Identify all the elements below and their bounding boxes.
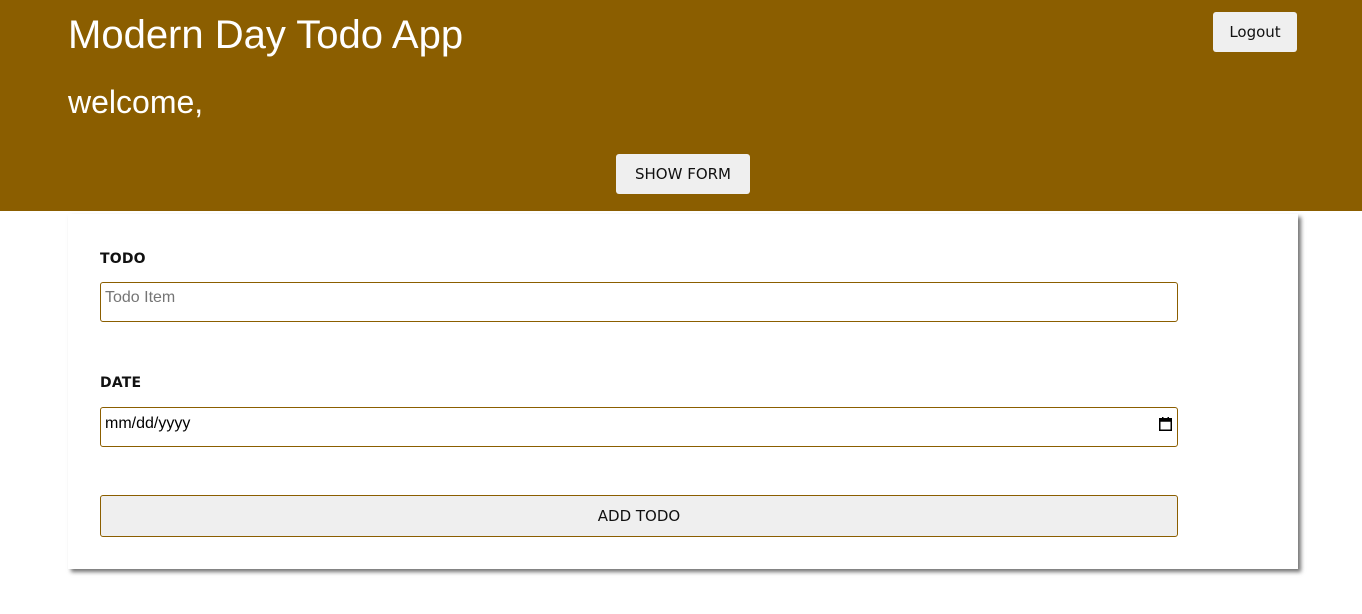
todo-label: TODO: [100, 251, 146, 267]
app-header: Modern Day Todo App welcome, Logout SHOW…: [0, 0, 1362, 211]
todo-input[interactable]: [100, 282, 1178, 322]
date-input[interactable]: mm/dd/yyyy: [100, 407, 1178, 447]
logout-button[interactable]: Logout: [1213, 12, 1297, 52]
app-title: Modern Day Todo App: [68, 13, 464, 57]
welcome-message: welcome,: [68, 84, 204, 120]
date-label: DATE: [100, 375, 142, 391]
add-todo-button[interactable]: ADD TODO: [100, 495, 1178, 537]
todo-form: TODO DATE mm/dd/yyyy ADD TODO: [68, 214, 1298, 569]
calendar-icon[interactable]: [1159, 417, 1172, 431]
date-placeholder: mm/dd/yyyy: [105, 415, 191, 432]
show-form-button[interactable]: SHOW FORM: [616, 154, 750, 194]
